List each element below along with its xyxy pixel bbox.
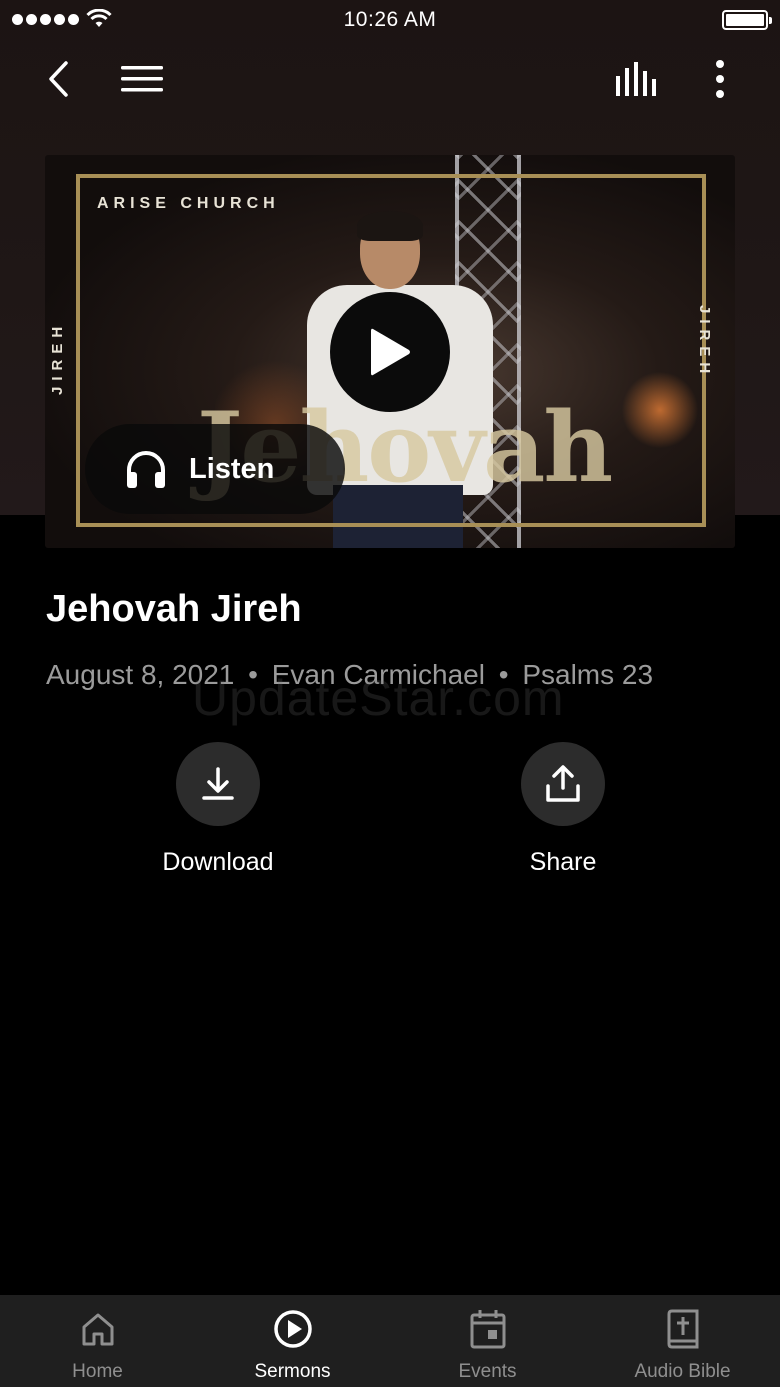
calendar-icon bbox=[468, 1309, 508, 1349]
sermon-artwork: ARISE CHURCH JIREH JIREH Jehovah Listen bbox=[45, 155, 735, 548]
tab-events[interactable]: Events bbox=[390, 1295, 585, 1387]
audio-bars-icon bbox=[616, 62, 656, 96]
chevron-left-icon bbox=[49, 61, 68, 97]
listen-button[interactable]: Listen bbox=[85, 424, 345, 514]
share-button[interactable]: Share bbox=[463, 742, 663, 877]
headphones-icon bbox=[127, 451, 165, 488]
share-label: Share bbox=[529, 848, 597, 876]
tab-home[interactable]: Home bbox=[0, 1295, 195, 1387]
share-circle bbox=[521, 742, 605, 826]
sermon-title: Jehovah Jireh bbox=[46, 588, 302, 630]
download-label: Download bbox=[162, 848, 274, 876]
more-options-button[interactable] bbox=[700, 55, 740, 103]
status-time: 10:26 AM bbox=[343, 8, 437, 31]
share-icon bbox=[546, 765, 580, 802]
artwork-side-text-left: JIREH bbox=[49, 320, 66, 395]
home-icon bbox=[78, 1309, 118, 1349]
download-icon bbox=[202, 767, 234, 800]
battery-icon bbox=[722, 10, 772, 30]
play-icon bbox=[371, 328, 410, 376]
download-circle bbox=[176, 742, 260, 826]
more-vertical-icon bbox=[716, 60, 724, 98]
hamburger-menu-icon bbox=[121, 66, 163, 92]
bible-icon bbox=[663, 1309, 703, 1349]
status-bar: 10:26 AM bbox=[0, 0, 780, 40]
tab-bar: Home Sermons Events Audio Bible bbox=[0, 1295, 780, 1387]
download-button[interactable]: Download bbox=[118, 742, 318, 877]
play-circle-icon bbox=[273, 1309, 313, 1349]
artwork-side-text-right: JIREH bbox=[696, 305, 713, 380]
tab-events-label: Events bbox=[458, 1361, 517, 1382]
tab-sermons-label: Sermons bbox=[254, 1361, 331, 1382]
tab-audio-bible-label: Audio Bible bbox=[634, 1361, 731, 1382]
now-playing-button[interactable] bbox=[610, 57, 666, 101]
tab-home-label: Home bbox=[72, 1361, 123, 1382]
play-button[interactable] bbox=[330, 292, 450, 412]
menu-button[interactable] bbox=[116, 57, 168, 101]
back-button[interactable] bbox=[36, 55, 80, 103]
tab-sermons[interactable]: Sermons bbox=[195, 1295, 390, 1387]
church-name: ARISE CHURCH bbox=[97, 195, 280, 212]
watermark: UpdateStar.com bbox=[192, 670, 565, 726]
tab-audio-bible[interactable]: Audio Bible bbox=[585, 1295, 780, 1387]
listen-label: Listen bbox=[189, 452, 275, 485]
